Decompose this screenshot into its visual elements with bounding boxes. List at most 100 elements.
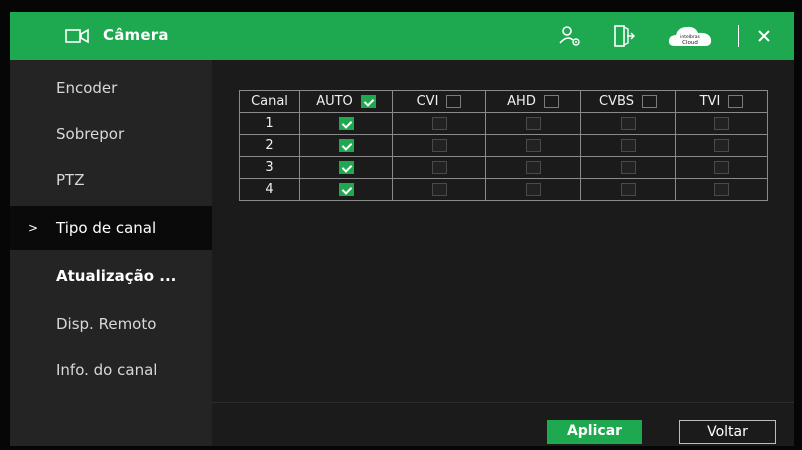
tvi-checkbox[interactable]: [714, 183, 729, 196]
sidebar-item-encoder[interactable]: Encoder: [10, 66, 212, 110]
cvbs-cell: [580, 156, 676, 179]
header-label: CVBS: [599, 94, 634, 109]
chevron-right-icon: >: [28, 221, 39, 235]
tvi-cell: [675, 156, 768, 179]
table-header-row: Canal AUTO CVI AHD CVBS TVI: [239, 90, 768, 113]
ahd-checkbox[interactable]: [525, 117, 541, 130]
ahd-cell: [485, 134, 581, 157]
ahd-checkbox[interactable]: [525, 139, 541, 152]
auto-cell: [299, 112, 393, 135]
cvbs-checkbox[interactable]: [620, 139, 636, 152]
channel-number: 3: [265, 160, 274, 175]
column-header-tvi: TVI: [675, 90, 768, 113]
select-all-cvi-checkbox[interactable]: [446, 95, 462, 108]
cvi-cell: [392, 178, 486, 201]
cloud-label: Cloud: [682, 40, 698, 46]
sidebar-item-label: PTZ: [56, 171, 85, 189]
auto-cell: [299, 178, 393, 201]
apply-button[interactable]: Aplicar: [547, 420, 642, 444]
title-bar: Câmera intelbras Cloud: [10, 12, 794, 60]
auto-cell: [299, 134, 393, 157]
column-header-canal: Canal: [239, 90, 300, 113]
close-icon[interactable]: [754, 26, 774, 46]
auto-checkbox[interactable]: [338, 139, 354, 152]
cvi-checkbox[interactable]: [431, 117, 447, 130]
channel-number: 2: [265, 138, 274, 153]
tvi-checkbox[interactable]: [714, 139, 729, 152]
channel-number-cell: 1: [239, 112, 300, 135]
sidebar-item-label: Info. do canal: [56, 361, 158, 379]
cvi-checkbox[interactable]: [431, 161, 447, 174]
cvbs-checkbox[interactable]: [620, 183, 636, 196]
channel-type-table: Canal AUTO CVI AHD CVBS TVI 1 2 3 4: [239, 90, 768, 201]
channel-number: 4: [265, 182, 274, 197]
sidebar: Encoder Sobrepor PTZ > Tipo de canal Atu…: [10, 60, 212, 446]
cvbs-cell: [580, 134, 676, 157]
tvi-cell: [675, 134, 768, 157]
cvbs-checkbox[interactable]: [620, 161, 636, 174]
sidebar-item-label: Sobrepor: [56, 125, 125, 143]
table-row: 3: [239, 156, 768, 179]
sidebar-item-info-do-canal[interactable]: Info. do canal: [10, 348, 212, 392]
ahd-cell: [485, 178, 581, 201]
sidebar-item-disp-remoto[interactable]: Disp. Remoto: [10, 302, 212, 346]
auto-cell: [299, 156, 393, 179]
sidebar-item-label: Encoder: [56, 79, 118, 97]
cvbs-checkbox[interactable]: [620, 117, 636, 130]
cvi-cell: [392, 112, 486, 135]
cvi-cell: [392, 156, 486, 179]
channel-number-cell: 4: [239, 178, 300, 201]
table-row: 2: [239, 134, 768, 157]
sidebar-item-label: Atualização ...: [56, 267, 177, 285]
main-content: Canal AUTO CVI AHD CVBS TVI 1 2 3 4 Aplicar…: [212, 60, 794, 446]
ahd-checkbox[interactable]: [525, 183, 541, 196]
back-button[interactable]: Voltar: [679, 420, 776, 444]
window-title: Câmera: [103, 26, 169, 44]
column-header-cvi: CVI: [392, 90, 486, 113]
select-all-cvbs-checkbox[interactable]: [641, 95, 657, 108]
ahd-checkbox[interactable]: [525, 161, 541, 174]
header-label: TVI: [699, 94, 721, 109]
titlebar-divider: [738, 25, 739, 47]
table-row: 4: [239, 178, 768, 201]
camera-icon: [65, 28, 89, 44]
tvi-cell: [675, 112, 768, 135]
auto-checkbox[interactable]: [338, 117, 354, 130]
cloud-icon[interactable]: intelbras Cloud: [667, 24, 713, 48]
table-row: 1: [239, 112, 768, 135]
channel-number-cell: 2: [239, 134, 300, 157]
header-label: AUTO: [316, 94, 353, 109]
auto-checkbox[interactable]: [338, 161, 354, 174]
header-label: CVI: [416, 94, 439, 109]
cvi-checkbox[interactable]: [431, 183, 447, 196]
select-all-auto-checkbox[interactable]: [360, 95, 376, 108]
sidebar-item-label: Disp. Remoto: [56, 315, 157, 333]
tvi-checkbox[interactable]: [714, 161, 729, 174]
sidebar-item-atualizacao[interactable]: Atualização ...: [10, 254, 212, 298]
column-header-auto: AUTO: [299, 90, 393, 113]
cvbs-cell: [580, 178, 676, 201]
user-settings-icon[interactable]: [558, 24, 582, 48]
camera-window: Câmera intelbras Cloud Encoder Sobrepor: [10, 12, 794, 446]
channel-number-cell: 3: [239, 156, 300, 179]
ahd-cell: [485, 112, 581, 135]
tvi-cell: [675, 178, 768, 201]
channel-number: 1: [265, 116, 274, 131]
auto-checkbox[interactable]: [338, 183, 354, 196]
cvbs-cell: [580, 112, 676, 135]
logout-icon[interactable]: [613, 24, 635, 48]
footer-divider: [212, 402, 794, 403]
sidebar-item-label: Tipo de canal: [56, 219, 157, 237]
tvi-checkbox[interactable]: [714, 117, 729, 130]
column-header-ahd: AHD: [485, 90, 581, 113]
table-body: 1 2 3 4: [239, 112, 768, 201]
sidebar-item-ptz[interactable]: PTZ: [10, 158, 212, 202]
select-all-tvi-checkbox[interactable]: [728, 95, 744, 108]
header-label: Canal: [251, 94, 288, 109]
header-label: AHD: [507, 94, 536, 109]
cvi-checkbox[interactable]: [431, 139, 447, 152]
cvi-cell: [392, 134, 486, 157]
select-all-ahd-checkbox[interactable]: [543, 95, 559, 108]
sidebar-item-tipo-de-canal[interactable]: > Tipo de canal: [10, 206, 212, 250]
sidebar-item-sobrepor[interactable]: Sobrepor: [10, 112, 212, 156]
